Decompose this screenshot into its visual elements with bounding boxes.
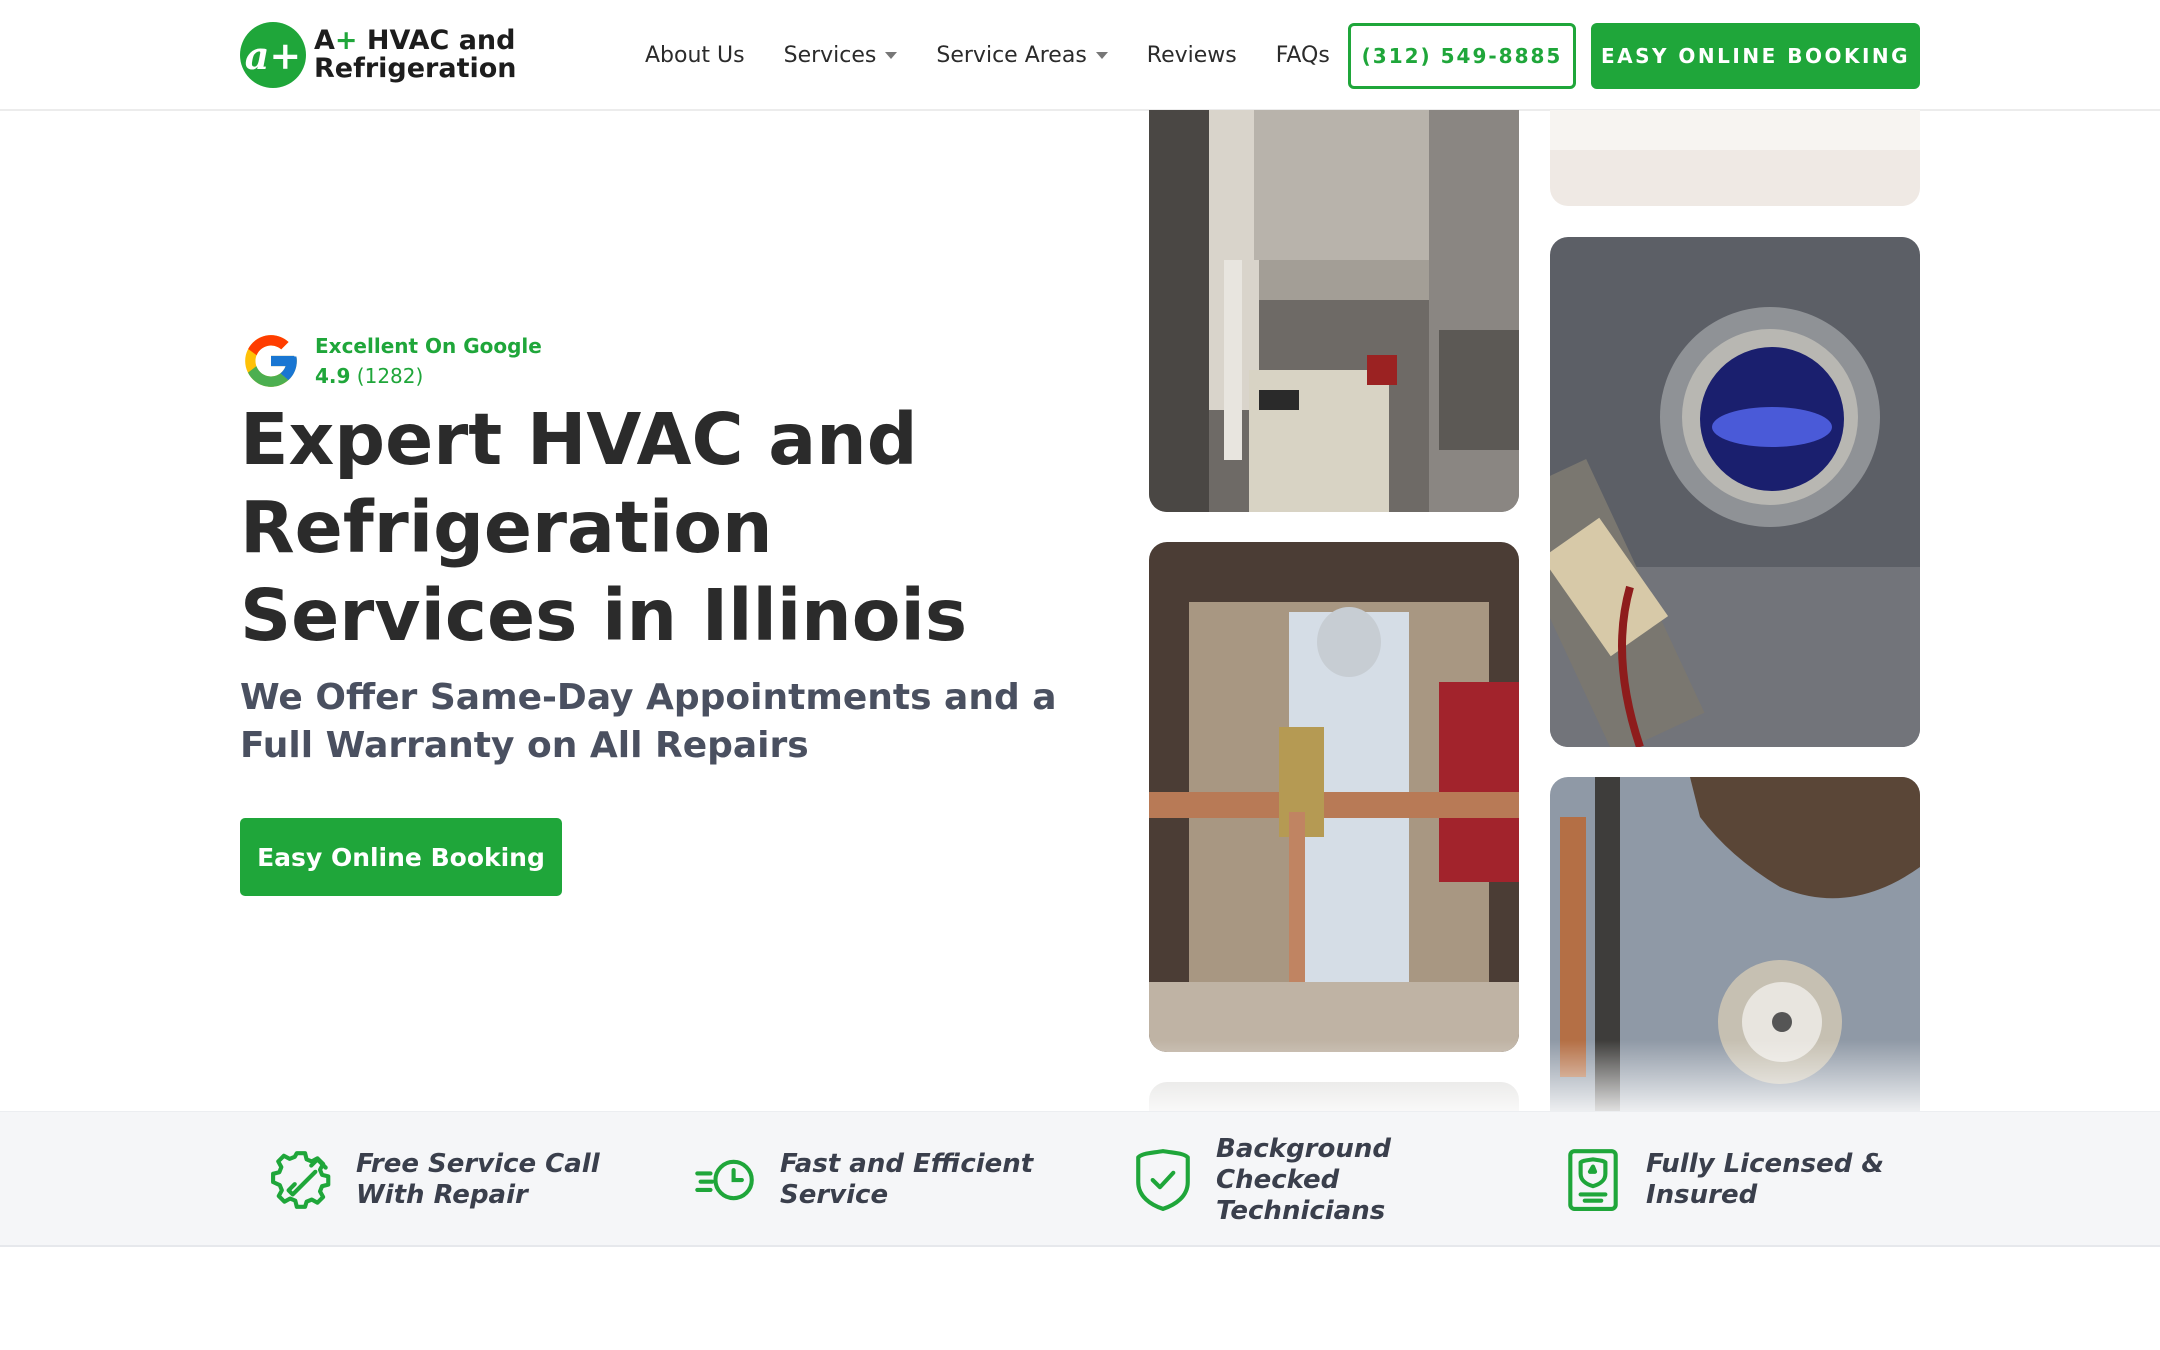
brand-name-rest: HVAC and: [357, 25, 516, 56]
google-rating-text: Excellent On Google 4.9 (1282): [315, 331, 542, 391]
nav-faqs[interactable]: FAQs: [1276, 43, 1330, 68]
hero-subtitle: We Offer Same-Day Appointments and a Ful…: [240, 677, 1057, 766]
nav-service-areas-label: Service Areas: [936, 43, 1087, 68]
nav-about-label: About Us: [645, 43, 745, 68]
shield-check-icon: [1136, 1149, 1190, 1211]
nav-faqs-label: FAQs: [1275, 43, 1330, 68]
phone-button[interactable]: (312) 549-8885: [1348, 23, 1576, 89]
furnace-photo: [1149, 110, 1519, 512]
feature-label: Background Checked Technicians: [1216, 1133, 1391, 1226]
nav-service-areas[interactable]: Service Areas: [936, 43, 1108, 68]
nav-about-us[interactable]: About Us: [645, 43, 745, 68]
nav-services-label: Services: [783, 43, 877, 68]
gear-wrench-icon: [271, 1151, 331, 1209]
google-rating: Excellent On Google 4.9 (1282): [240, 330, 542, 392]
brand-name-a: A: [314, 25, 335, 56]
feature-background-checked: Background Checked Technicians: [1130, 1112, 1476, 1248]
brand-name: A+ HVAC and Refrigeration: [314, 27, 517, 83]
google-rating-count: (1282): [356, 364, 424, 388]
site-header: a+ A+ HVAC and Refrigeration About Us Se…: [0, 0, 2160, 111]
chevron-down-icon: [885, 52, 898, 59]
google-rating-score: 4.9: [315, 364, 351, 388]
nav-services[interactable]: Services: [784, 43, 898, 68]
top-right-photo: [1550, 110, 1920, 206]
google-rating-label: Excellent On Google: [315, 334, 542, 358]
feature-label: Fast and Efficient Service: [780, 1149, 1034, 1210]
brand-name-plus: +: [334, 25, 358, 56]
feature-label: Free Service Call With Repair: [356, 1149, 600, 1210]
header-booking-button[interactable]: EASY ONLINE BOOKING: [1591, 23, 1920, 89]
brand-logo[interactable]: a+ A+ HVAC and Refrigeration: [240, 22, 517, 88]
logo-badge-icon: a+: [240, 22, 306, 88]
burner-flame-photo: [1550, 237, 1920, 747]
brand-name-line2: Refrigeration: [314, 53, 517, 84]
photo-fade-overlay: [1140, 1040, 1930, 1112]
feature-label: Fully Licensed & Insured: [1646, 1149, 1885, 1210]
feature-free-service-call: Free Service Call With Repair: [270, 1112, 616, 1248]
feature-fast-service: Fast and Efficient Service: [694, 1112, 1040, 1248]
boiler-pipes-photo: [1149, 542, 1519, 1052]
google-g-icon: [245, 335, 297, 387]
feature-licensed-insured: Fully Licensed & Insured: [1560, 1112, 1906, 1248]
fast-clock-icon: [695, 1159, 754, 1201]
nav-reviews-label: Reviews: [1146, 43, 1237, 68]
features-bar: Free Service Call With Repair Fast and E…: [0, 1111, 2160, 1247]
chevron-down-icon: [1095, 52, 1108, 59]
nav-reviews[interactable]: Reviews: [1147, 43, 1237, 68]
hero-title: Expert HVAC and Refrigeration Services i…: [240, 398, 968, 657]
hero-booking-button[interactable]: Easy Online Booking: [240, 818, 562, 896]
license-badge-icon: [1568, 1149, 1618, 1211]
main-nav: About Us Services Service Areas Reviews …: [645, 0, 1369, 111]
